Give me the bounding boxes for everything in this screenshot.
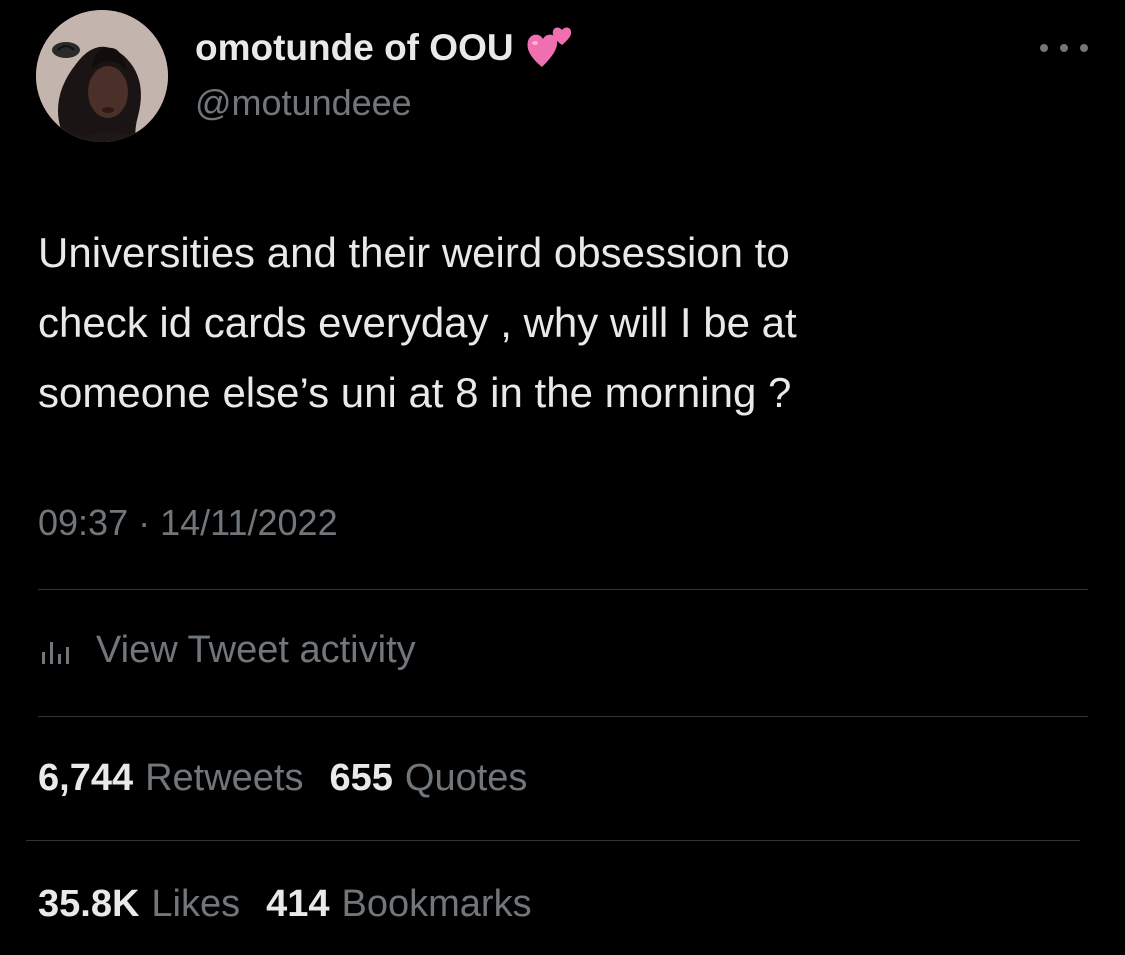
author-handle[interactable]: @motundeee bbox=[195, 82, 412, 124]
ellipsis-icon bbox=[1040, 44, 1048, 52]
tweet-text-line: someone else’s uni at 8 in the morning ? bbox=[38, 369, 792, 416]
ellipsis-icon bbox=[1080, 44, 1088, 52]
bookmarks-count: 414 bbox=[266, 882, 330, 925]
quotes-label: Quotes bbox=[404, 756, 528, 799]
retweets-count: 6,744 bbox=[38, 756, 134, 799]
tweet-text-line: check id cards everyday , why will I be … bbox=[38, 299, 797, 346]
engagement-stats-row: 35.8K Likes 414 Bookmarks bbox=[38, 876, 558, 932]
likes-label: Likes bbox=[151, 882, 241, 925]
bookmarks-stat[interactable]: 414 Bookmarks bbox=[266, 883, 531, 926]
quotes-count: 655 bbox=[329, 756, 393, 799]
retweets-stat[interactable]: 6,744 Retweets bbox=[38, 757, 304, 800]
divider bbox=[26, 840, 1080, 841]
bookmarks-label: Bookmarks bbox=[341, 882, 532, 925]
avatar-photo bbox=[36, 10, 168, 142]
author-display-name[interactable]: omotunde of OOU bbox=[195, 27, 514, 69]
view-tweet-activity-label: View Tweet activity bbox=[96, 628, 416, 671]
divider bbox=[38, 716, 1088, 717]
tweet-text-line: Universities and their weird obsession t… bbox=[38, 229, 790, 276]
more-options-button[interactable] bbox=[1040, 36, 1088, 60]
retweets-label: Retweets bbox=[145, 756, 304, 799]
tweet-timestamp[interactable]: 09:37 · 14/11/2022 bbox=[38, 502, 338, 544]
view-tweet-activity-link[interactable]: View Tweet activity bbox=[40, 622, 416, 678]
engagement-stats-row: 6,744 Retweets 655 Quotes bbox=[38, 750, 553, 806]
bar-chart-icon bbox=[42, 642, 69, 664]
likes-stat[interactable]: 35.8K Likes bbox=[38, 883, 240, 926]
avatar[interactable] bbox=[36, 10, 168, 142]
two-hearts-icon bbox=[527, 27, 571, 67]
quotes-stat[interactable]: 655 Quotes bbox=[330, 757, 528, 800]
tweet-text: Universities and their weird obsession t… bbox=[38, 218, 1078, 428]
divider bbox=[38, 589, 1088, 590]
author-name-row[interactable]: omotunde of OOU bbox=[195, 26, 574, 70]
likes-count: 35.8K bbox=[38, 882, 140, 925]
ellipsis-icon bbox=[1060, 44, 1068, 52]
